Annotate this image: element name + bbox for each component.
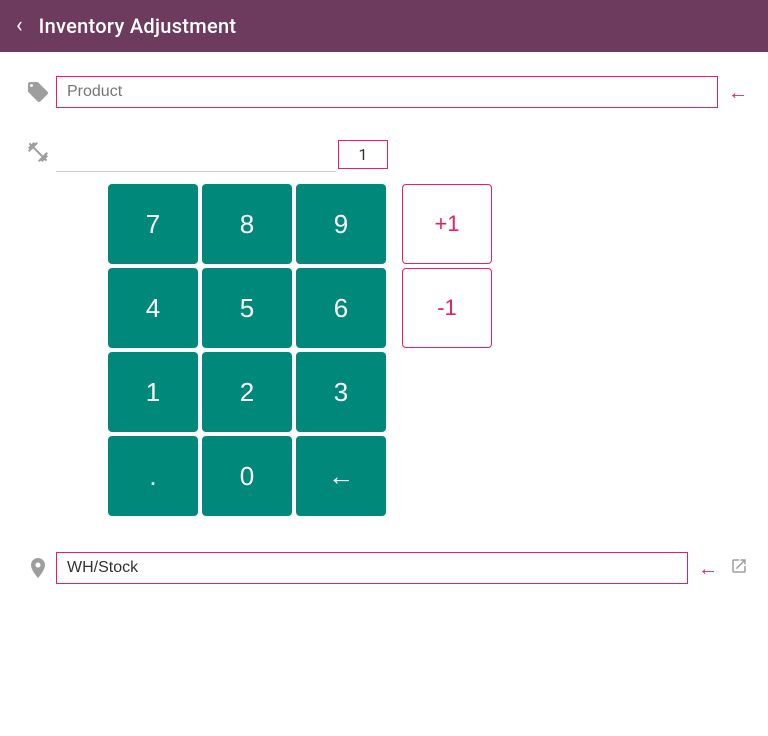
key-6[interactable]: 6 [296,268,386,348]
key-4[interactable]: 4 [108,268,198,348]
numpad-grid: 7 8 9 4 5 6 1 2 3 . 0 ← [108,184,386,516]
increment-plus-button[interactable]: +1 [402,184,492,264]
quantity-icon [20,136,56,164]
key-3[interactable]: 3 [296,352,386,432]
increment-minus-button[interactable]: -1 [402,268,492,348]
quantity-display-row: 1 [56,136,748,172]
quantity-value: 1 [338,140,388,169]
increment-group: +1 -1 [402,184,492,348]
quantity-content: 1 7 8 9 4 5 6 1 [56,136,748,544]
product-arrow-indicator: ← [728,80,748,105]
key-0[interactable]: 0 [202,436,292,516]
location-input-container: ← [56,552,718,584]
key-backspace[interactable]: ← [296,436,386,516]
key-2[interactable]: 2 [202,352,292,432]
key-9[interactable]: 9 [296,184,386,264]
product-input[interactable] [56,76,718,108]
key-dot[interactable]: . [108,436,198,516]
quantity-input-area [56,136,336,172]
page-title: Inventory Adjustment [39,14,237,38]
back-button[interactable]: ‹ [16,15,23,37]
location-arrow-indicator: ← [698,556,718,581]
product-row: ← [20,76,748,108]
main-content: ← 1 7 8 9 [0,52,768,736]
product-icon [20,80,56,104]
key-1[interactable]: 1 [108,352,198,432]
quantity-row: 1 7 8 9 4 5 6 1 [20,136,748,544]
key-7[interactable]: 7 [108,184,198,264]
location-row: ← [20,552,748,584]
key-5[interactable]: 5 [202,268,292,348]
external-link-icon[interactable] [730,557,748,580]
product-input-container: ← [56,76,748,108]
key-8[interactable]: 8 [202,184,292,264]
app-header: ‹ Inventory Adjustment [0,0,768,52]
location-input[interactable] [56,552,688,584]
keypad-container: 7 8 9 4 5 6 1 2 3 . 0 ← [108,184,748,516]
location-icon [20,556,56,580]
